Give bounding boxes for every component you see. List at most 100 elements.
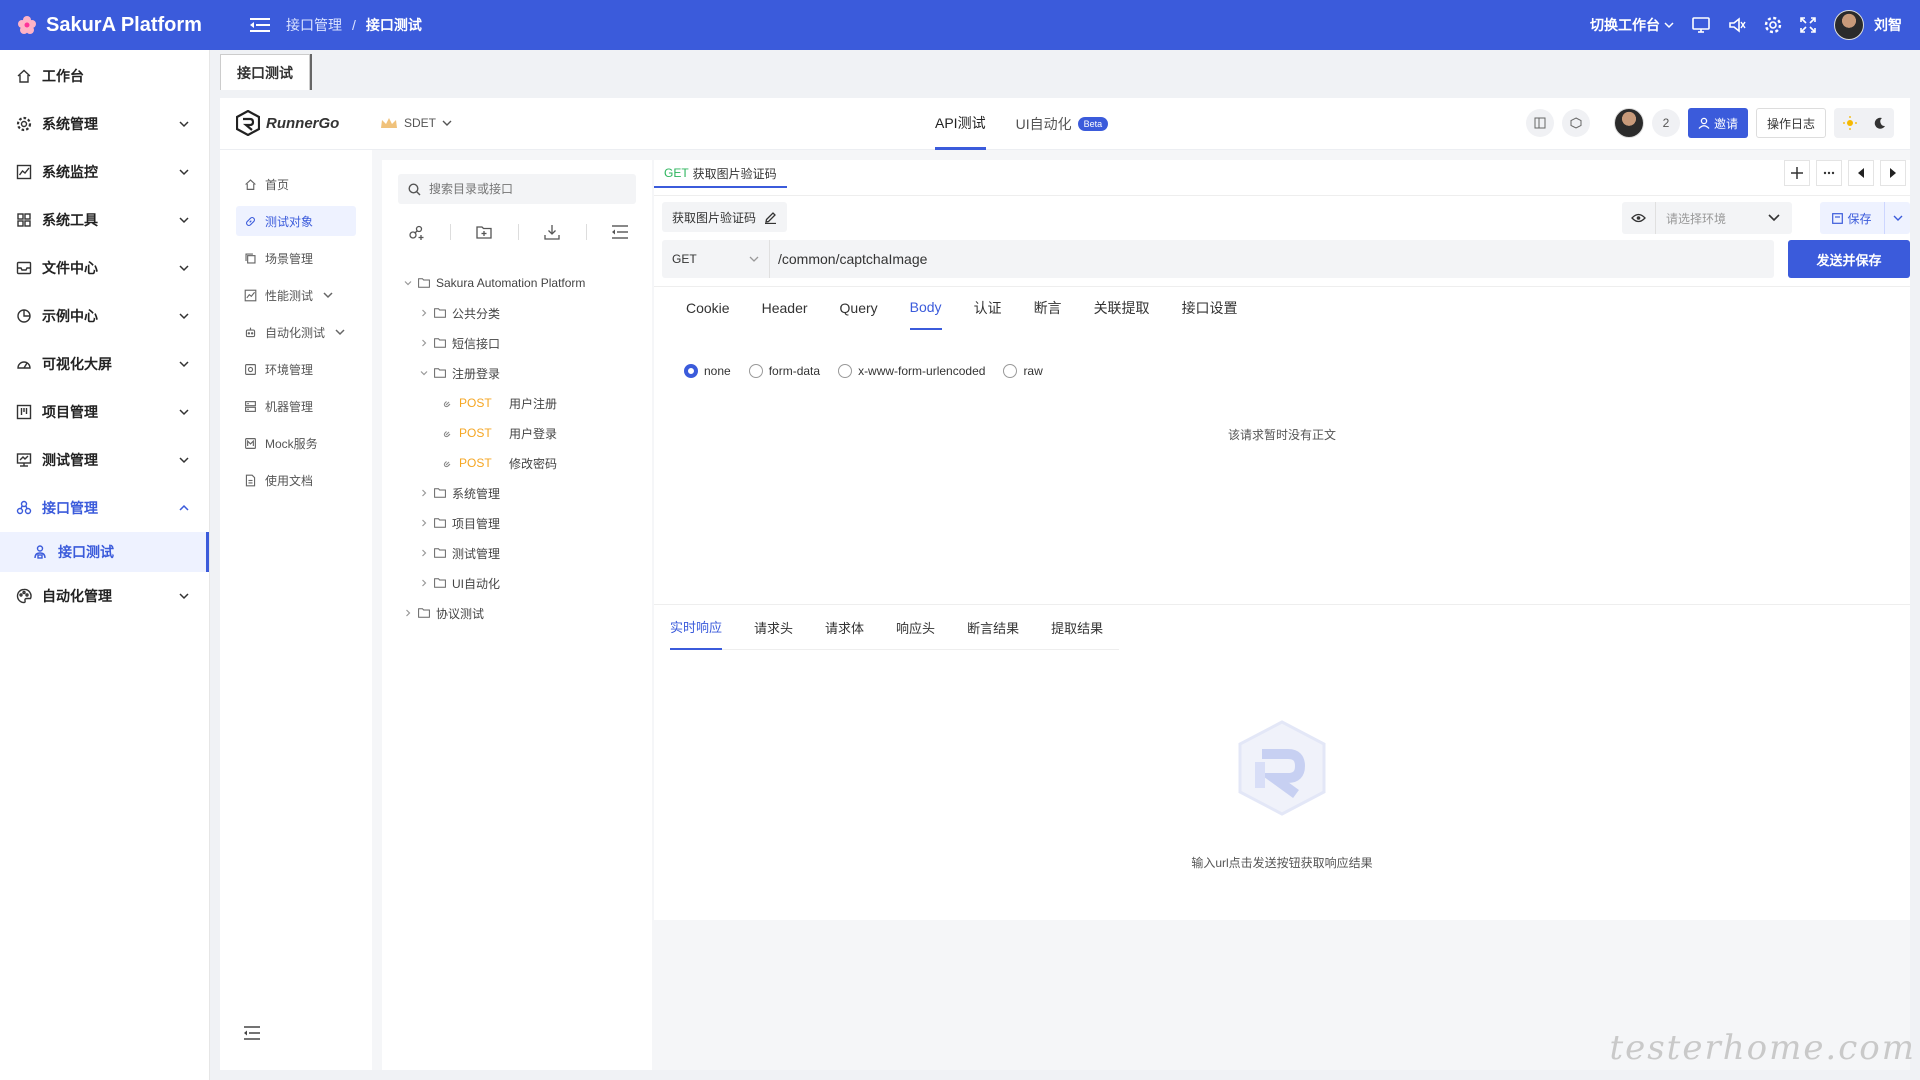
api-icon [16, 500, 32, 516]
rg-nav-item-0[interactable]: 首页 [236, 169, 356, 199]
gear-icon[interactable] [1764, 16, 1782, 34]
method-select[interactable]: GET [662, 240, 770, 278]
brand-logo[interactable]: SakurA Platform [16, 14, 216, 37]
sidebar-item-10[interactable]: 自动化管理 [0, 572, 209, 620]
tree-api-item[interactable]: POST 修改密码 [404, 448, 644, 478]
tree-folder[interactable]: 项目管理 [404, 508, 644, 538]
request-tab-4[interactable]: 认证 [974, 286, 1002, 330]
body-type-radio[interactable]: x-www-form-urlencoded [838, 364, 985, 378]
rg-nav-item-6[interactable]: 机器管理 [236, 391, 356, 421]
next-tab-icon[interactable] [1880, 160, 1906, 186]
sidebar-item-label: 可视化大屏 [42, 356, 112, 372]
runnergo-logo[interactable]: RunnerGo [236, 110, 339, 136]
sidebar-item-9[interactable]: 接口管理 [0, 484, 209, 532]
env-selector[interactable]: 请选择环境 [1622, 202, 1792, 234]
add-folder-icon[interactable] [476, 225, 492, 239]
tree-root[interactable]: 协议测试 [404, 598, 644, 628]
rg-nav-item-3[interactable]: 性能测试 [236, 280, 356, 310]
tree-folder[interactable]: UI自动化 [404, 568, 644, 598]
request-tab-1[interactable]: Header [762, 286, 808, 330]
rg-nav-item-1[interactable]: 测试对象 [236, 206, 356, 236]
save-options-icon[interactable] [1884, 202, 1910, 234]
link-icon [442, 398, 453, 409]
tree-folder[interactable]: 测试管理 [404, 538, 644, 568]
tree-folder-label: UI自动化 [452, 576, 501, 591]
send-and-save-button[interactable]: 发送并保存 [1788, 240, 1910, 278]
workspace-switch[interactable]: 切换工作台 [1590, 15, 1674, 35]
fullscreen-icon[interactable] [1800, 17, 1816, 33]
member-avatar[interactable] [1613, 108, 1644, 138]
monitor-icon[interactable] [1692, 16, 1710, 34]
cube-icon[interactable] [1561, 109, 1590, 137]
request-tab-6[interactable]: 关联提取 [1094, 286, 1150, 330]
member-count[interactable]: 2 [1651, 109, 1680, 137]
sidebar-item-5[interactable]: 示例中心 [0, 292, 209, 340]
more-icon[interactable] [1816, 160, 1842, 186]
response-tab-0[interactable]: 实时响应 [670, 606, 723, 650]
layout-icon[interactable] [1525, 109, 1554, 137]
page-tab-api-test[interactable]: 接口测试 [220, 54, 310, 90]
sidebar-item-1[interactable]: 系统管理 [0, 100, 209, 148]
response-tab-1[interactable]: 请求头 [754, 606, 793, 650]
sidebar-item-8[interactable]: 测试管理 [0, 436, 209, 484]
request-tab-3[interactable]: Body [909, 286, 942, 330]
save-button[interactable]: 保存 [1820, 202, 1884, 234]
tree-folder[interactable]: 注册登录 [404, 358, 644, 388]
operation-log-button[interactable]: 操作日志 [1755, 108, 1826, 138]
request-tab-7[interactable]: 接口设置 [1182, 286, 1238, 330]
edit-icon[interactable] [764, 211, 777, 224]
moon-icon[interactable] [1874, 117, 1886, 129]
tab-ui-automation[interactable]: UI自动化 Beta [1016, 114, 1109, 134]
body-type-radio[interactable]: none [684, 364, 731, 378]
rg-nav-item-8[interactable]: 使用文档 [236, 465, 356, 495]
volume-icon[interactable] [1728, 16, 1746, 34]
tree-search[interactable] [398, 174, 636, 204]
add-tab-icon[interactable] [1784, 160, 1810, 186]
theme-toggle[interactable] [1834, 108, 1894, 138]
request-tab-2[interactable]: Query [840, 286, 878, 330]
team-selector[interactable]: SDET [380, 116, 452, 130]
tree-api-item[interactable]: POST 用户注册 [404, 388, 644, 418]
body-type-radio[interactable]: form-data [748, 364, 820, 378]
body-type-radio[interactable]: raw [1003, 364, 1043, 378]
api-name-field[interactable]: 获取图片验证码 [662, 202, 788, 232]
sidebar-item-4[interactable]: 文件中心 [0, 244, 209, 292]
response-tab-2[interactable]: 请求体 [825, 606, 864, 650]
tree-folder[interactable]: 短信接口 [404, 328, 644, 358]
user-menu[interactable]: 刘智 [1834, 10, 1902, 40]
response-tab-5[interactable]: 提取结果 [1051, 606, 1103, 650]
import-icon[interactable] [544, 224, 560, 240]
tree-folder[interactable]: 系统管理 [404, 478, 644, 508]
rg-nav-item-2[interactable]: 场景管理 [236, 243, 356, 273]
add-api-icon[interactable] [408, 224, 424, 240]
tab-api-test[interactable]: API测试 [935, 98, 986, 150]
url-input[interactable] [770, 240, 1774, 278]
sidebar-item-7[interactable]: 项目管理 [0, 388, 209, 436]
response-tab-3[interactable]: 响应头 [896, 606, 935, 650]
sidebar-item-2[interactable]: 系统监控 [0, 148, 209, 196]
rg-nav-item-7[interactable]: Mock服务 [236, 428, 356, 458]
tree-search-input[interactable] [429, 182, 619, 196]
request-tab-5[interactable]: 断言 [1034, 286, 1062, 330]
folder-icon [434, 368, 446, 378]
open-api-tab[interactable]: GET 获取图片验证码 [654, 160, 787, 188]
sidebar-item-3[interactable]: 系统工具 [0, 196, 209, 244]
list-collapse-icon[interactable] [612, 225, 628, 239]
nav-collapse-icon[interactable] [244, 1026, 260, 1040]
sidebar-item-0[interactable]: 工作台 [0, 52, 209, 100]
tree-root[interactable]: Sakura Automation Platform [404, 268, 644, 298]
sidebar-item-6[interactable]: 可视化大屏 [0, 340, 209, 388]
sidebar-subitem-api-test[interactable]: 接口测试 [0, 532, 209, 572]
response-tab-4[interactable]: 断言结果 [967, 606, 1019, 650]
menu-collapse-icon[interactable] [250, 17, 270, 33]
eye-icon[interactable] [1622, 202, 1656, 234]
breadcrumb-item[interactable]: 接口管理 [286, 15, 342, 35]
tree-folder[interactable]: 公共分类 [404, 298, 644, 328]
prev-tab-icon[interactable] [1848, 160, 1874, 186]
rg-nav-item-5[interactable]: 环境管理 [236, 354, 356, 384]
rg-nav-item-4[interactable]: 自动化测试 [236, 317, 356, 347]
sun-icon[interactable] [1842, 116, 1857, 130]
tree-api-item[interactable]: POST 用户登录 [404, 418, 644, 448]
invite-button[interactable]: 邀请 [1687, 108, 1748, 138]
request-tab-0[interactable]: Cookie [686, 286, 730, 330]
